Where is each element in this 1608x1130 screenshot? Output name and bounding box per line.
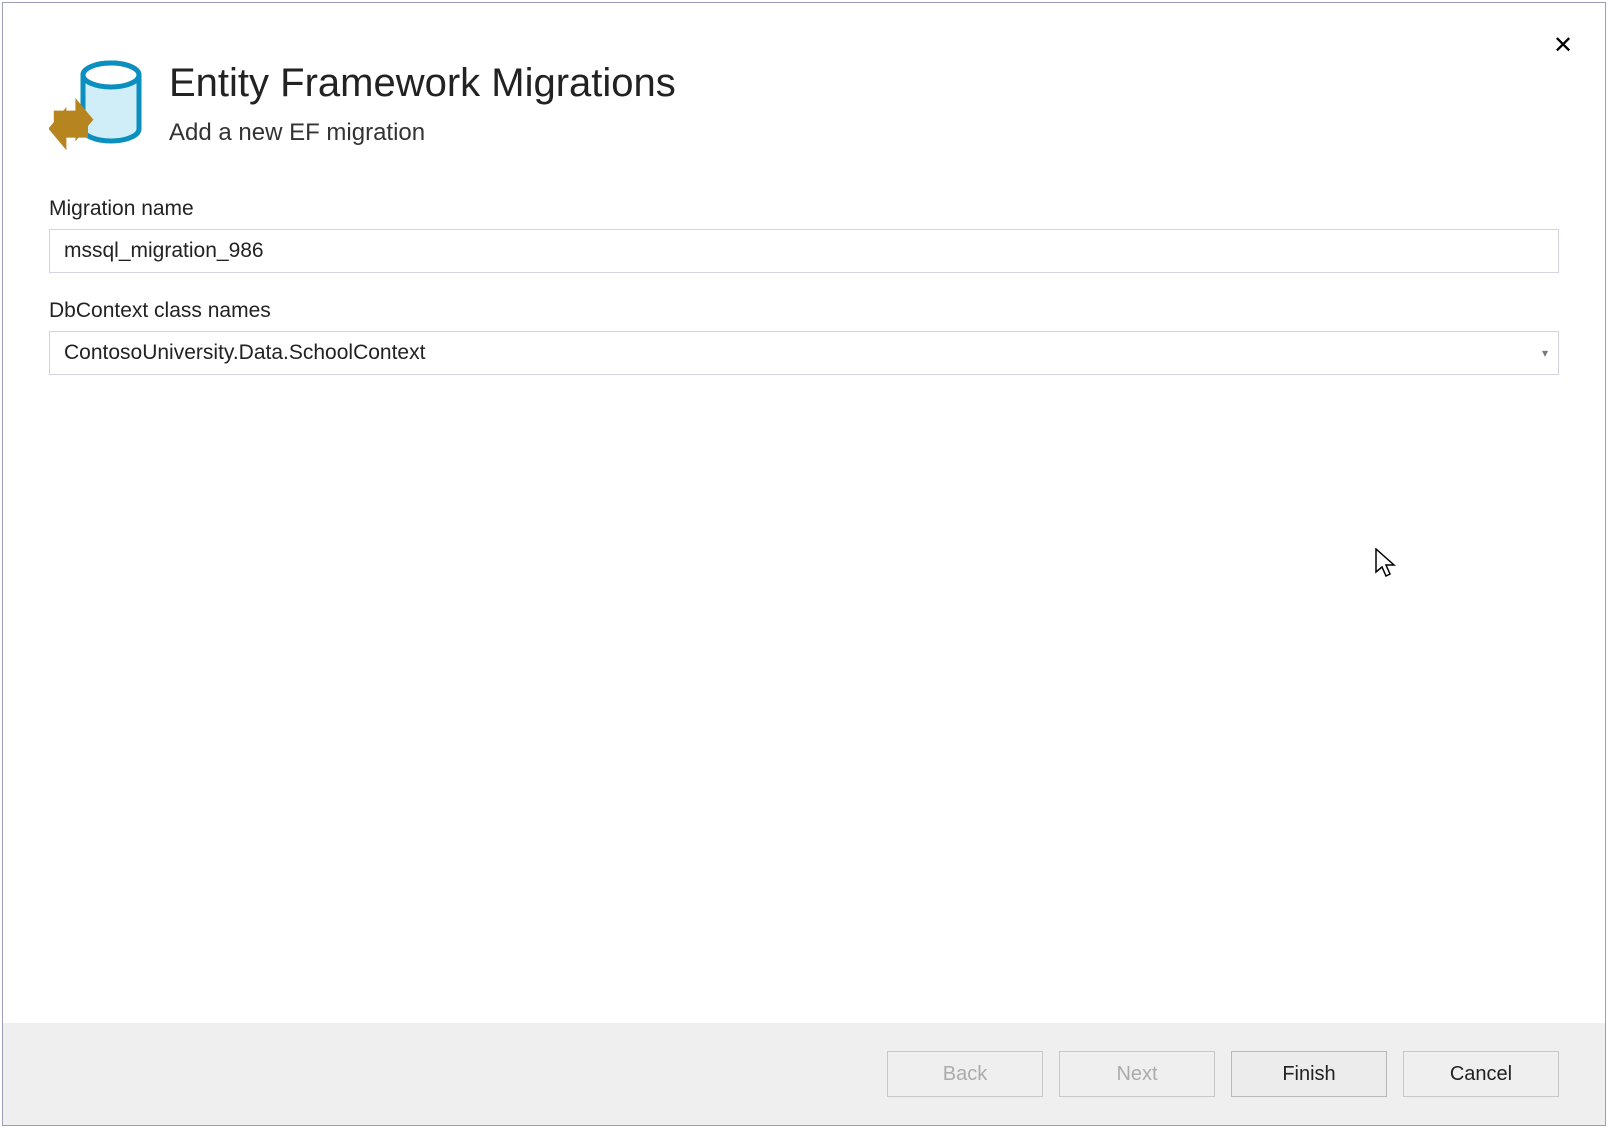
migration-name-label: Migration name — [49, 197, 1559, 221]
finish-button[interactable]: Finish — [1231, 1051, 1387, 1097]
migrations-icon — [49, 57, 145, 161]
dialog-header: Entity Framework Migrations Add a new EF… — [3, 3, 1605, 161]
close-icon: ✕ — [1553, 31, 1573, 60]
cancel-button[interactable]: Cancel — [1403, 1051, 1559, 1097]
form: Migration name DbContext class names Con… — [3, 161, 1605, 1023]
dbcontext-field: DbContext class names ContosoUniversity.… — [49, 299, 1559, 375]
dbcontext-value: ContosoUniversity.Data.SchoolContext — [64, 341, 1542, 365]
chevron-down-icon: ▾ — [1542, 346, 1548, 360]
button-bar: Back Next Finish Cancel — [3, 1023, 1605, 1125]
migration-name-field: Migration name — [49, 197, 1559, 273]
dialog-title: Entity Framework Migrations — [169, 61, 676, 105]
migration-name-input[interactable] — [49, 229, 1559, 273]
title-block: Entity Framework Migrations Add a new EF… — [169, 57, 676, 147]
next-button: Next — [1059, 1051, 1215, 1097]
dialog-subtitle: Add a new EF migration — [169, 119, 676, 147]
dbcontext-label: DbContext class names — [49, 299, 1559, 323]
dbcontext-combobox[interactable]: ContosoUniversity.Data.SchoolContext ▾ — [49, 331, 1559, 375]
close-button[interactable]: ✕ — [1547, 29, 1579, 61]
dialog-window: ✕ Entity Framework Migrations Add a new … — [2, 2, 1606, 1126]
back-button: Back — [887, 1051, 1043, 1097]
